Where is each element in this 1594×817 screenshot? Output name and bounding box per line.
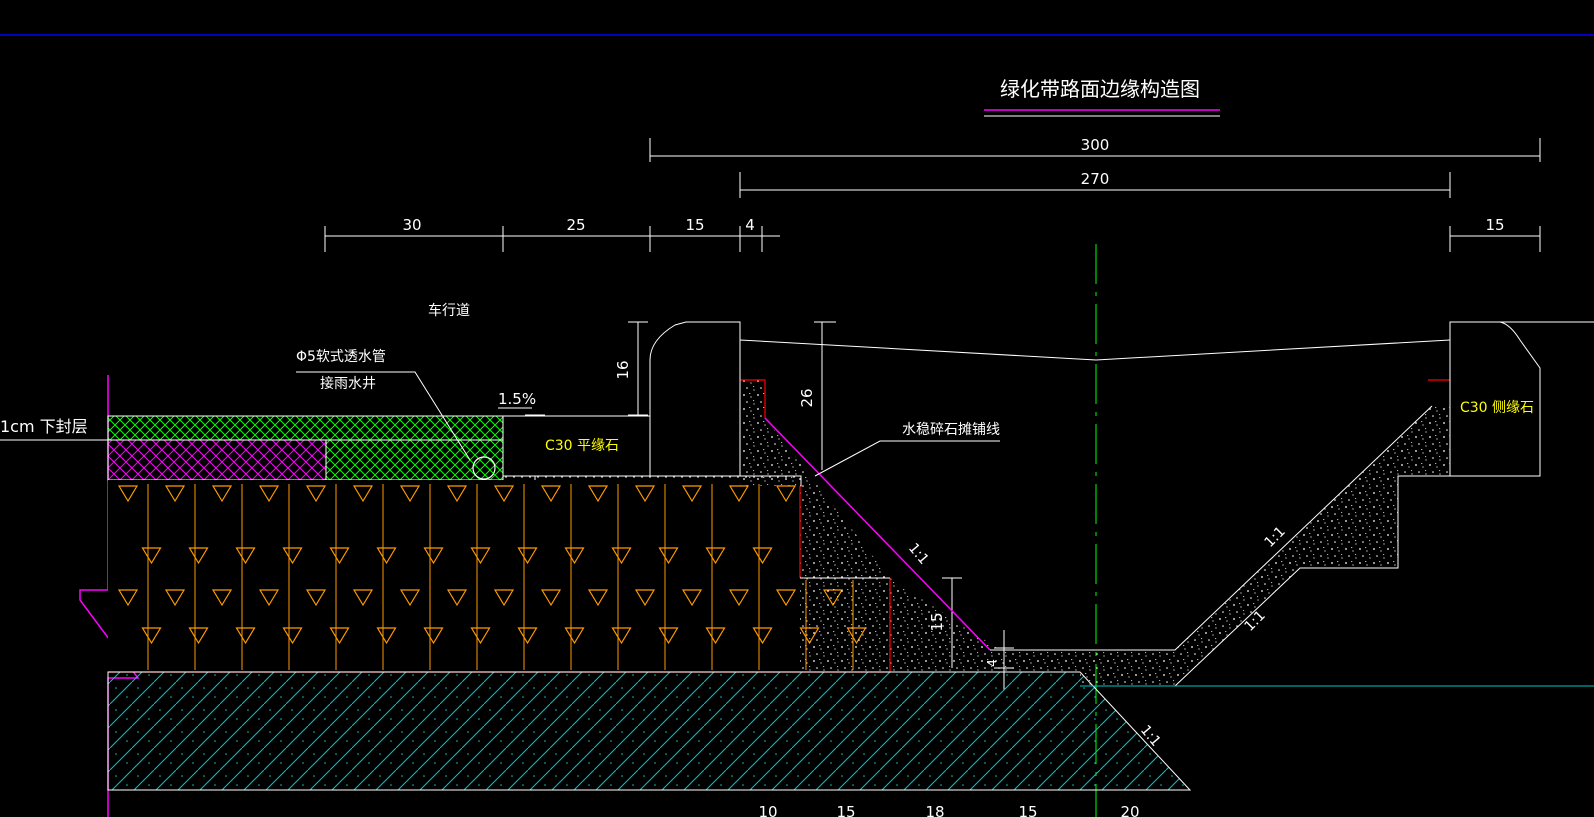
label-seal: 1cm 下封层 — [0, 417, 88, 436]
gravel-fill-bottom — [890, 406, 1450, 686]
dim-bottom-10: 10 — [758, 803, 777, 817]
label-ratio-1: 1:1 — [905, 540, 932, 568]
dim-30: 30 — [402, 216, 421, 234]
subgrade — [107, 671, 1192, 791]
side-curb-left — [649, 321, 741, 477]
dim-4-top: 4 — [745, 216, 755, 234]
drawing-title: 绿化带路面边缘构造图 — [1000, 77, 1200, 101]
bound-leader — [814, 440, 1000, 477]
dim-bottom-18: 18 — [925, 803, 944, 817]
dim-15-top: 15 — [685, 216, 704, 234]
dim-300: 300 — [1081, 136, 1110, 154]
dim-15-right: 15 — [1485, 216, 1504, 234]
base-layer-magenta — [107, 439, 327, 481]
label-pipe-2: 接雨水井 — [320, 375, 376, 392]
dim-bottom-20: 20 — [1120, 803, 1139, 817]
stabilized-base — [108, 480, 890, 672]
dim-16: 16 — [614, 360, 632, 379]
section-drawing: 绿化带路面边缘构造图 300 270 30 25 15 4 15 16 26 1… — [0, 34, 1594, 817]
dim-bottom-15b: 15 — [1018, 803, 1037, 817]
dim-26: 26 — [798, 388, 816, 407]
dim-25: 25 — [566, 216, 585, 234]
surface-layer — [107, 415, 504, 441]
label-slope: 1.5% — [498, 390, 536, 408]
side-curb-right — [1449, 321, 1541, 477]
label-bound-line: 水稳碎石摊铺线 — [902, 422, 1000, 438]
label-flat-curb: C30 平缘石 — [545, 438, 619, 454]
dim-270: 270 — [1081, 170, 1110, 188]
label-pipe-1: Φ5软式透水管 — [296, 349, 386, 365]
label-lane: 车行道 — [428, 302, 470, 319]
soil-line — [739, 339, 1451, 361]
label-side-curb: C30 侧缘石 — [1460, 400, 1534, 416]
dim-bottom-15a: 15 — [836, 803, 855, 817]
